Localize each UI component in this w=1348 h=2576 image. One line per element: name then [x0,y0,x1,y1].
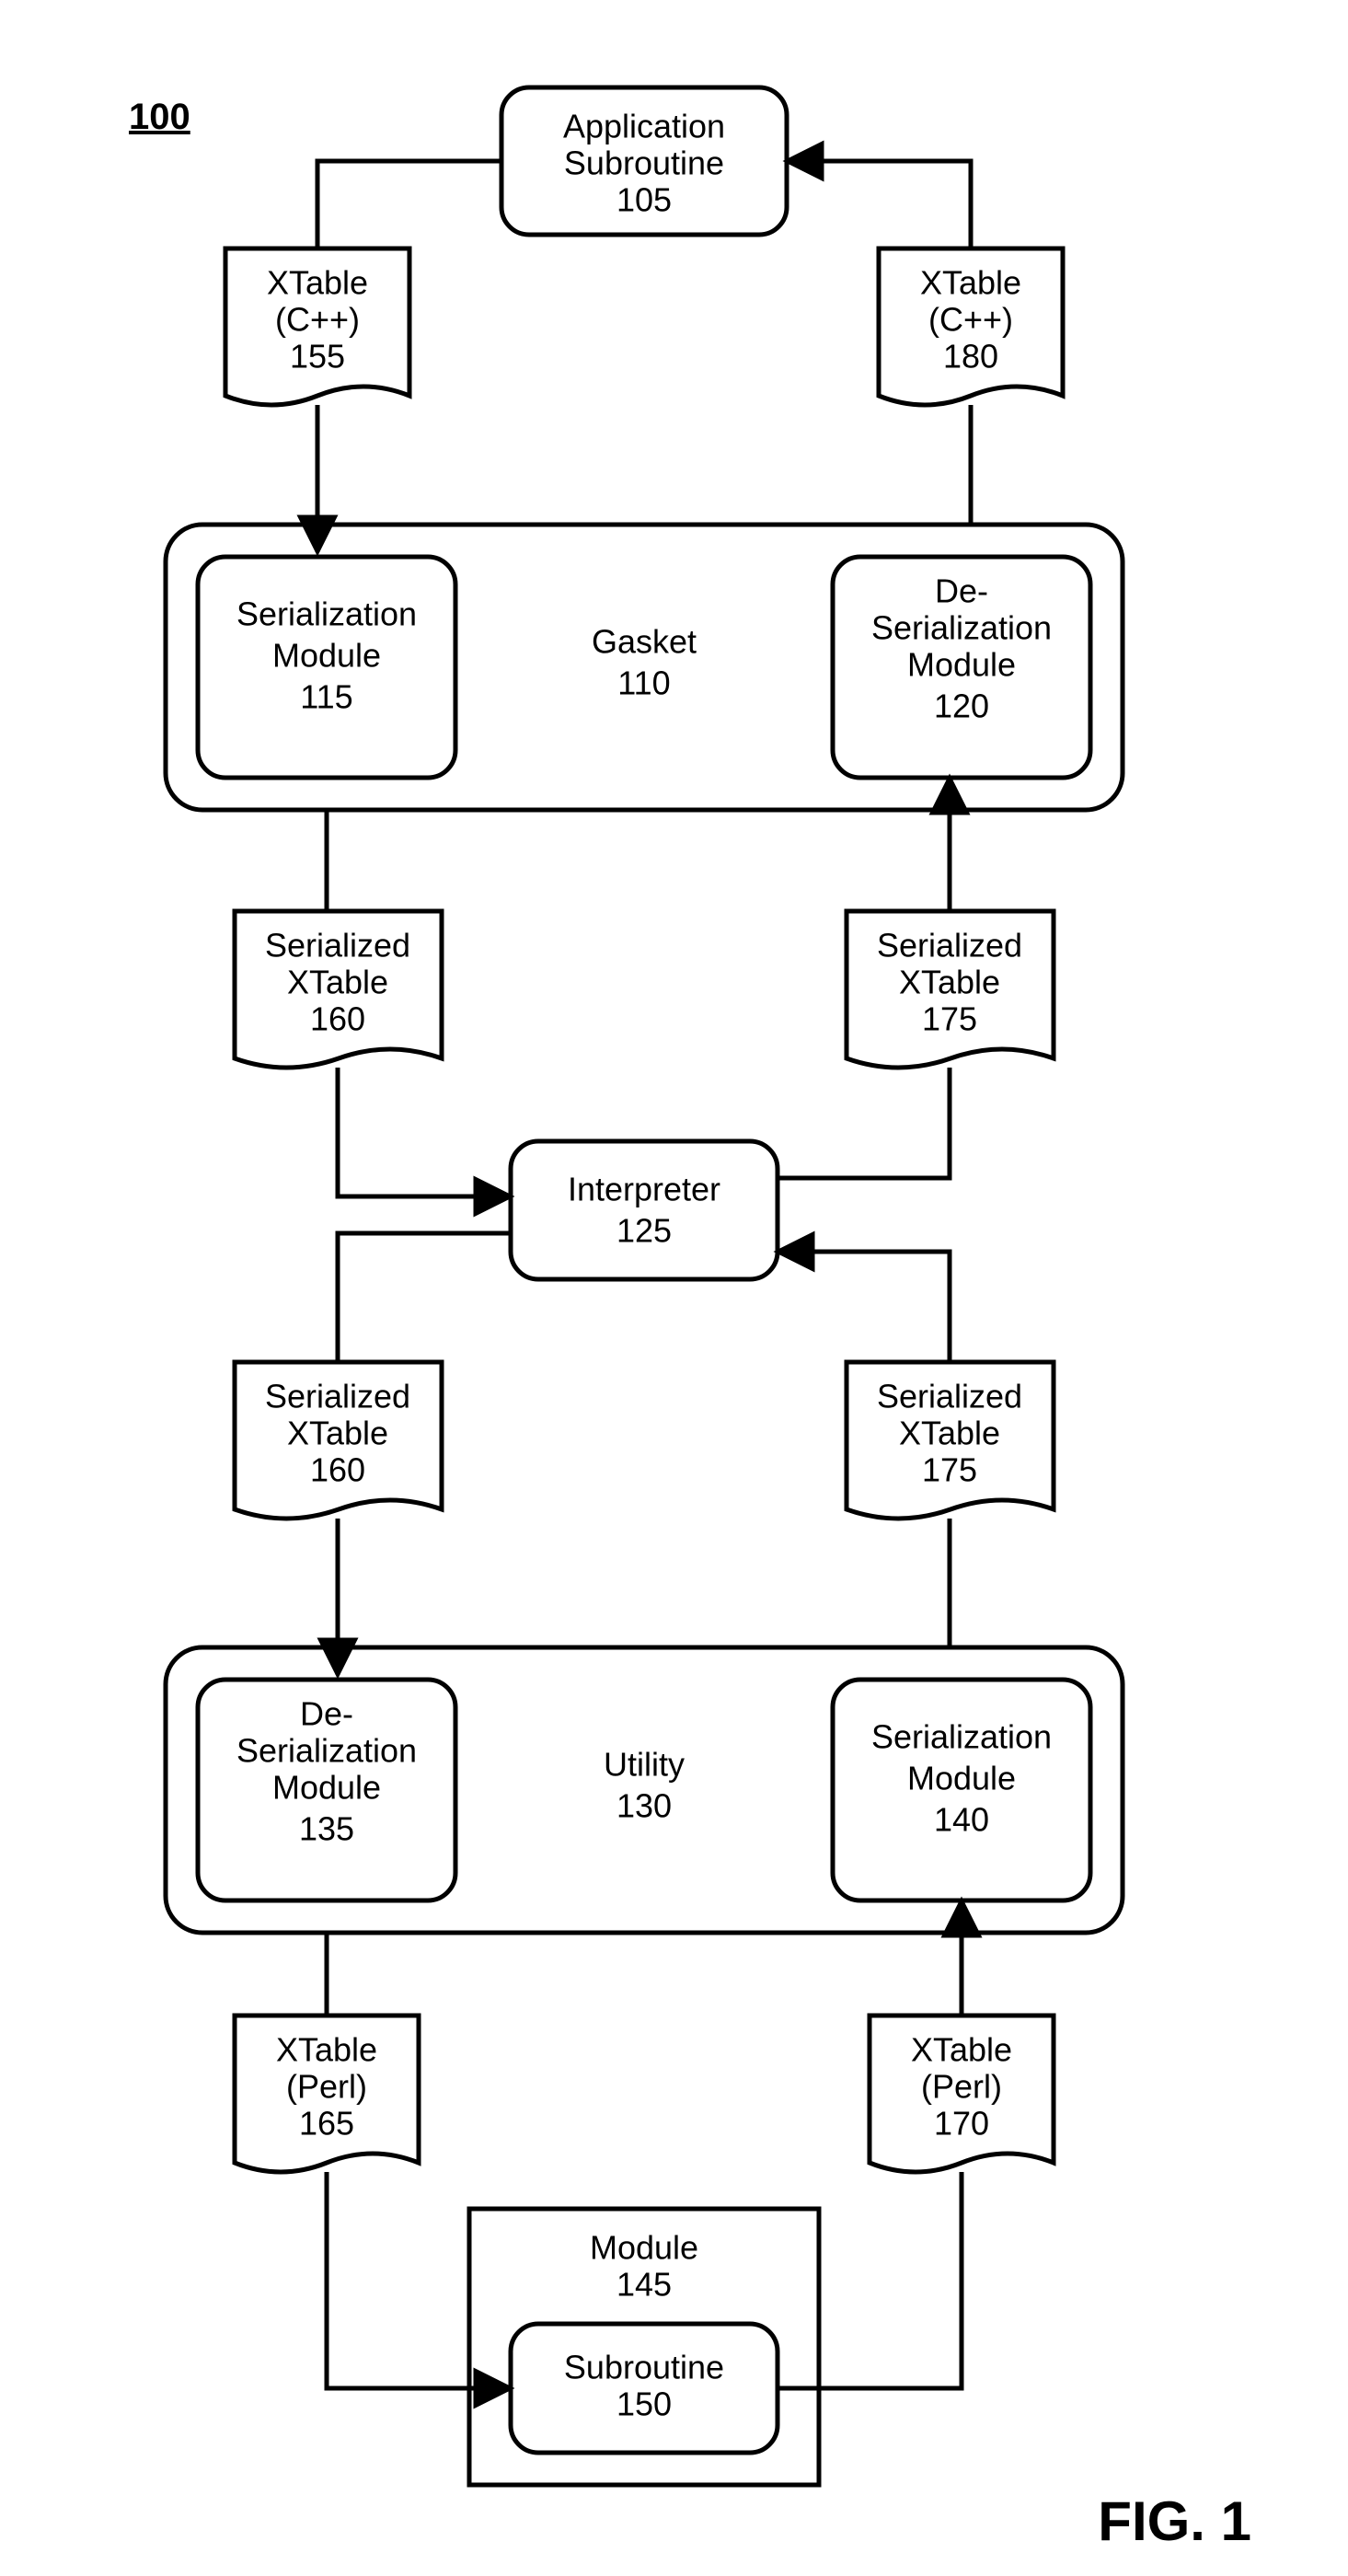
svg-text:(C++): (C++) [928,301,1013,339]
svg-text:(C++): (C++) [275,301,360,339]
svg-text:170: 170 [934,2105,989,2143]
svg-text:XTable: XTable [911,2031,1012,2069]
subroutine-label: Subroutine [564,2349,724,2386]
ser-xtable-bot-left: Serialized XTable 160 [235,1362,442,1519]
ser-xtable-top-right: Serialized XTable 175 [847,911,1054,1068]
svg-text:De-: De- [300,1695,353,1733]
xtable-perl-left: XTable (Perl) 165 [235,2016,419,2172]
gasket-label: Gasket [592,623,697,661]
app-subroutine-l2: Subroutine [564,144,724,182]
app-subroutine-num: 105 [616,181,672,219]
gasket-num: 110 [617,664,670,702]
svg-text:XTable: XTable [920,264,1021,302]
xtable-perl-right: XTable (Perl) 170 [870,2016,1054,2172]
xtable-cpp-left: XTable (C++) 155 [225,248,409,405]
utility-label: Utility [604,1746,685,1784]
utility-num: 130 [616,1787,672,1825]
svg-text:XTable: XTable [899,964,1000,1001]
app-subroutine-l1: Application [563,108,725,145]
svg-text:175: 175 [922,1000,977,1038]
figure-ref: 100 [129,97,190,137]
subroutine-num: 150 [616,2385,672,2423]
svg-text:Interpreter: Interpreter [568,1171,720,1208]
svg-text:Module: Module [272,1769,381,1807]
svg-text:Module: Module [907,646,1016,684]
svg-text:Serialized: Serialized [877,1378,1022,1415]
svg-text:175: 175 [922,1451,977,1489]
svg-text:XTable: XTable [899,1415,1000,1452]
svg-text:165: 165 [299,2105,354,2143]
xtable-cpp-right: XTable (C++) 180 [879,248,1063,405]
interpreter-box [511,1141,778,1279]
svg-text:160: 160 [310,1451,365,1489]
svg-text:Serialization: Serialization [236,1732,417,1770]
module-label: Module [590,2229,698,2267]
module-num: 145 [616,2266,672,2304]
ser-xtable-top-left: Serialized XTable 160 [235,911,442,1068]
svg-text:125: 125 [616,1212,672,1250]
diagram-canvas: 100 Application Subroutine 105 XTable (C… [0,0,1348,2576]
svg-text:Module: Module [272,637,381,675]
svg-text:115: 115 [300,678,352,716]
svg-text:(Perl): (Perl) [921,2068,1002,2106]
svg-text:135: 135 [299,1810,354,1848]
svg-text:180: 180 [943,338,998,375]
svg-text:(Perl): (Perl) [286,2068,367,2106]
figure-label: FIG. 1 [1098,2490,1251,2552]
svg-text:XTable: XTable [287,964,388,1001]
svg-text:Module: Module [907,1760,1016,1797]
svg-text:120: 120 [934,687,989,725]
svg-text:Serialization: Serialization [871,609,1052,647]
svg-text:XTable: XTable [287,1415,388,1452]
svg-text:XTable: XTable [276,2031,377,2069]
svg-text:140: 140 [934,1801,989,1839]
svg-text:Serialized: Serialized [265,927,410,965]
ser-xtable-bot-right: Serialized XTable 175 [847,1362,1054,1519]
svg-text:160: 160 [310,1000,365,1038]
svg-text:Serialization: Serialization [236,595,417,633]
svg-text:155: 155 [290,338,345,375]
svg-text:Serialized: Serialized [877,927,1022,965]
svg-text:Serialized: Serialized [265,1378,410,1415]
svg-text:XTable: XTable [267,264,368,302]
svg-text:Serialization: Serialization [871,1718,1052,1756]
svg-text:De-: De- [935,572,988,610]
